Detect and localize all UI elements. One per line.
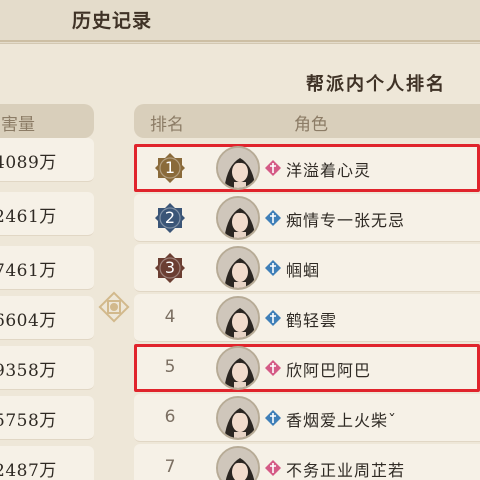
avatar[interactable] — [216, 446, 260, 480]
damage-header-label: 伤害量 — [0, 115, 35, 135]
rank-number: 2 — [164, 208, 176, 227]
rank-number: 4 — [164, 307, 176, 327]
class-icon — [264, 159, 282, 177]
avatar[interactable] — [216, 246, 260, 290]
ornament-icon — [98, 291, 130, 323]
damage-value: 9358万 — [0, 361, 57, 381]
damage-row: 9358万 — [0, 346, 94, 390]
player-name: 香烟爱上火柴ˇ — [286, 411, 398, 430]
player-name: 痴情专一张无忌 — [286, 211, 406, 230]
ranking-row[interactable]: 4 鹤轻雲 — [134, 294, 480, 342]
ranking-row[interactable]: 3 帼蝈 — [134, 244, 480, 292]
ranking-panel: 排名 角色 1 洋溢着心灵 2 痴情专一张无忌 3 帼蝈 4 鹤轻雲 5 欣阿巴阿巴 6 香烟爱上火柴… — [134, 104, 480, 480]
rank-number: 3 — [164, 258, 176, 277]
player-name: 帼蝈 — [286, 261, 321, 280]
class-icon — [264, 359, 282, 377]
title-divider — [0, 40, 480, 42]
rank-column-header: 排名 — [150, 115, 184, 135]
rank-number: 1 — [164, 158, 176, 177]
ranking-row[interactable]: 6 香烟爱上火柴ˇ — [134, 394, 480, 442]
ranking-row[interactable]: 2 痴情专一张无忌 — [134, 194, 480, 242]
avatar[interactable] — [216, 296, 260, 340]
damage-row: 2461万 — [0, 192, 94, 236]
damage-value: 2487万 — [0, 461, 57, 480]
player-name: 洋溢着心灵 — [286, 161, 372, 180]
avatar[interactable] — [216, 346, 260, 390]
damage-value: 6604万 — [0, 311, 57, 331]
damage-panel: 伤害量 4089万 2461万 7461万 6604万 9358万 5758万 … — [0, 104, 94, 480]
rank-badge-icon: 1 — [154, 152, 186, 184]
title-bar: 历史记录 — [0, 0, 480, 44]
ranking-row[interactable]: 1 洋溢着心灵 — [134, 144, 480, 192]
damage-row: 4089万 — [0, 138, 94, 182]
player-name: 鹤轻雲 — [286, 311, 338, 330]
damage-row: 6604万 — [0, 296, 94, 340]
window-title: 历史记录 — [72, 10, 153, 32]
rank-number: 6 — [164, 407, 176, 427]
class-icon — [264, 459, 282, 477]
damage-value: 5758万 — [0, 411, 57, 431]
rank-badge-icon: 3 — [154, 252, 186, 284]
damage-row: 2487万 — [0, 446, 94, 480]
damage-value: 2461万 — [0, 207, 57, 227]
avatar[interactable] — [216, 396, 260, 440]
role-column-header: 角色 — [294, 115, 328, 135]
damage-value: 4089万 — [0, 153, 57, 173]
damage-row: 5758万 — [0, 396, 94, 440]
damage-row: 7461万 — [0, 246, 94, 290]
avatar[interactable] — [216, 146, 260, 190]
class-icon — [264, 209, 282, 227]
rank-badge-icon: 2 — [154, 202, 186, 234]
player-name: 不务正业周芷若 — [286, 461, 406, 480]
ranking-row[interactable]: 5 欣阿巴阿巴 — [134, 344, 480, 392]
rank-number: 5 — [164, 357, 176, 377]
ranking-header: 排名 角色 — [134, 104, 480, 138]
player-name: 欣阿巴阿巴 — [286, 361, 372, 380]
class-icon — [264, 309, 282, 327]
ranking-row[interactable]: 7 不务正业周芷若 — [134, 444, 480, 480]
class-icon — [264, 409, 282, 427]
rank-number: 7 — [164, 457, 176, 477]
avatar[interactable] — [216, 196, 260, 240]
damage-value: 7461万 — [0, 261, 57, 281]
damage-header: 伤害量 — [0, 104, 94, 138]
section-title: 帮派内个人排名 — [306, 74, 446, 95]
class-icon — [264, 259, 282, 277]
